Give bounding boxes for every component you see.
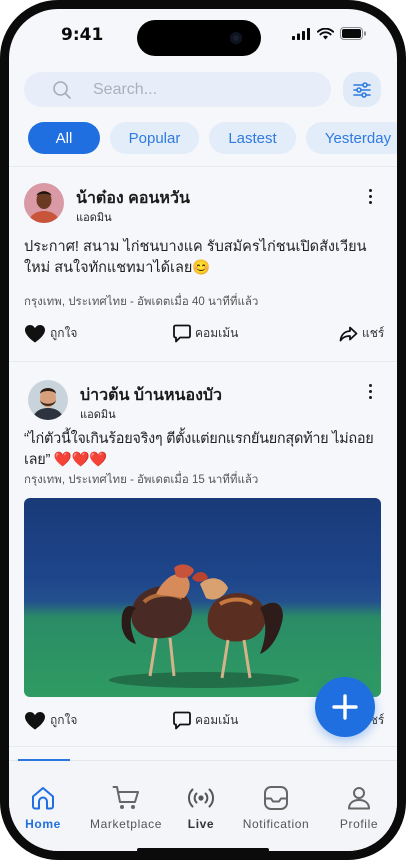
like-button[interactable]: ถูกใจ [24,324,77,343]
search-icon [53,80,71,99]
like-button[interactable]: ถูกใจ [24,711,77,730]
nav-live[interactable]: Live [161,785,241,831]
battery-icon [340,27,366,40]
post-meta: กรุงเทพ, ประเทศไทย - อัพเดตเมื่อ 15 นาที… [24,474,259,486]
active-tab-indicator [18,759,70,761]
chip-all[interactable]: All [28,122,100,154]
home-indicator [137,848,269,851]
chip-lastest[interactable]: Lastest [209,122,296,154]
wifi-icon [317,27,334,39]
comment-button[interactable]: คอมเม้น [173,711,238,730]
sliders-icon [353,81,371,98]
chip-yesterday[interactable]: Yesterday [306,122,397,154]
avatar[interactable] [28,380,68,420]
nav-profile-label: Profile [339,817,379,831]
comment-label: คอมเม้น [195,713,239,727]
share-label: แชร์ [362,326,385,340]
user-icon [348,787,370,810]
live-broadcast-icon [188,788,214,808]
share-icon [339,326,358,341]
post-author-role: แอดมิน [76,212,112,224]
camera-icon [230,32,242,44]
divider [9,746,397,747]
more-options-icon[interactable] [366,189,374,207]
divider [9,361,397,362]
rooster-fight-photo [109,564,299,688]
nav-home-label: Home [25,817,61,831]
nav-marketplace-label: Marketplace [90,817,162,831]
comment-label: คอมเม้น [195,326,239,340]
post-author-role: แอดมิน [80,409,116,421]
nav-notification[interactable]: Notification [236,785,316,831]
heart-icon [25,325,45,343]
like-label: ถูกใจ [50,713,78,727]
home-icon [32,787,54,810]
create-post-button[interactable] [315,677,375,737]
more-options-icon[interactable] [366,384,374,402]
like-label: ถูกใจ [50,326,78,340]
search-input[interactable] [91,79,295,100]
nav-live-label: Live [187,817,215,831]
nav-marketplace[interactable]: Marketplace [86,785,166,831]
inbox-icon [264,786,288,810]
phone-frame: 9:41 Search... All Popular Lastest Yeste… [0,0,406,860]
nav-home[interactable]: Home [9,785,83,831]
post-text: ประกาศ! สนาม ไก่ชนบางแค รับสมัครไก่ชนเปิ… [24,239,367,276]
cart-icon [112,786,139,809]
search-bar[interactable] [24,72,331,107]
status-time: 9:41 [61,25,104,45]
avatar[interactable] [24,183,64,223]
post-text: “ไก่ตัวนี้ใจเกินร้อยจริงๆ ตีตั้งแต่ยกแรก… [24,431,374,468]
comment-button[interactable]: คอมเม้น [173,324,238,343]
dynamic-island [137,20,261,56]
nav-notification-label: Notification [242,817,310,831]
divider [9,166,397,167]
filter-button[interactable] [343,72,381,107]
filter-chips: All Popular Lastest Yesterday [28,122,397,154]
nav-profile[interactable]: Profile [319,785,397,831]
comment-icon [173,711,191,730]
comment-icon [173,324,191,343]
chip-popular[interactable]: Popular [110,122,199,154]
heart-icon [25,712,45,730]
signal-icon [292,27,310,40]
post-meta: กรุงเทพ, ประเทศไทย - อัพเดตเมื่อ 40 นาที… [24,296,259,308]
plus-icon [332,694,358,720]
bottom-navigation: Home Marketplace Live Notification Profi… [9,759,397,851]
share-button[interactable]: แชร์ [339,324,384,343]
post-image[interactable] [24,498,381,697]
status-icons [292,27,367,40]
